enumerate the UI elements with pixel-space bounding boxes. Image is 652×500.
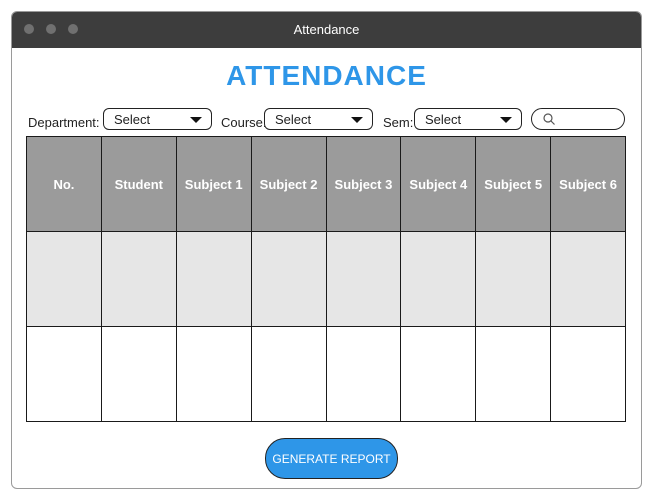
chevron-down-icon <box>190 117 202 123</box>
course-select-value: Select <box>275 112 312 127</box>
title-bar: Attendance <box>12 12 641 48</box>
department-label: Department: <box>28 115 100 130</box>
course-select[interactable]: Select <box>264 108 373 130</box>
table-cell <box>26 326 102 422</box>
search-icon <box>543 113 555 125</box>
table-cell <box>325 326 402 422</box>
table-cell <box>400 326 477 422</box>
column-header-no: No. <box>26 136 102 232</box>
table-cell <box>250 326 327 422</box>
course-label: Course: <box>221 115 267 130</box>
table-cell <box>100 231 177 327</box>
table-row <box>26 231 626 327</box>
table-cell <box>550 231 626 327</box>
chevron-down-icon <box>351 117 363 123</box>
column-header-subject-3: Subject 3 <box>325 136 402 232</box>
attendance-table: No. Student Subject 1 Subject 2 Subject … <box>26 136 626 422</box>
table-cell <box>325 231 402 327</box>
app-window: Attendance ATTENDANCE Department: Select… <box>11 11 642 489</box>
window-title: Attendance <box>293 22 360 37</box>
column-header-subject-4: Subject 4 <box>400 136 477 232</box>
column-header-subject-6: Subject 6 <box>550 136 626 232</box>
table-cell <box>550 326 626 422</box>
table-row <box>26 326 626 422</box>
chevron-down-icon <box>500 117 512 123</box>
table-cell <box>400 231 477 327</box>
table-cell <box>475 231 552 327</box>
search-input[interactable] <box>531 108 625 130</box>
table-cell <box>175 326 252 422</box>
column-header-subject-5: Subject 5 <box>475 136 552 232</box>
page-title: ATTENDANCE <box>226 60 427 91</box>
generate-report-button[interactable]: GENERATE REPORT <box>265 438 398 479</box>
table-cell <box>250 231 327 327</box>
column-header-subject-2: Subject 2 <box>250 136 327 232</box>
table-cell <box>475 326 552 422</box>
sem-select-value: Select <box>425 112 462 127</box>
sem-select[interactable]: Select <box>414 108 522 130</box>
table-header-row: No. Student Subject 1 Subject 2 Subject … <box>26 136 626 232</box>
table-cell <box>175 231 252 327</box>
sem-label: Sem: <box>383 115 414 130</box>
table-cell <box>100 326 177 422</box>
department-select-value: Select <box>114 112 151 127</box>
table-cell <box>26 231 102 327</box>
department-select[interactable]: Select <box>103 108 212 130</box>
column-header-student: Student <box>100 136 177 232</box>
column-header-subject-1: Subject 1 <box>175 136 252 232</box>
